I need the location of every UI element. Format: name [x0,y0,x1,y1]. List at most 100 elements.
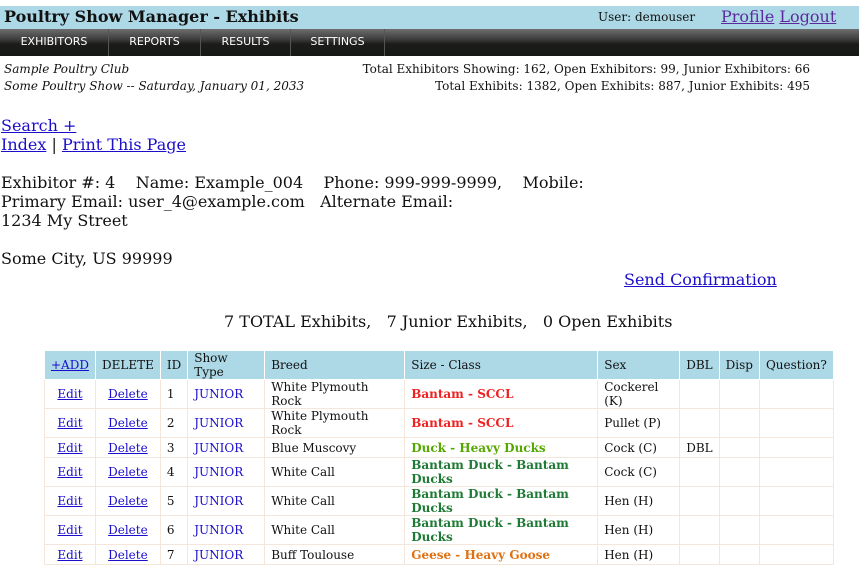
table-row: Edit Delete 3 JUNIOR Blue Muscovy Duck - Heav… [44,437,834,458]
exhibit-sex: Pullet (P) [597,408,681,438]
exhibit-breed: White Plymouth Rock [264,408,406,438]
exhibit-size-class: Bantam Duck - Bantam Ducks [404,457,599,487]
exhibit-question [758,486,834,516]
exhibit-dbl: DBL [679,437,720,458]
app-header: Poultry Show Manager - Exhibits User: de… [0,6,859,29]
edit-exhibit-link[interactable]: Edit [57,416,82,430]
show-stats: Total Exhibitors Showing: 162, Open Exhi… [363,61,810,95]
table-row: Edit Delete 4 JUNIOR White Call Bantam Duck -… [44,457,834,487]
exhibit-id: 3 [159,437,189,458]
table-header-row: +ADD DELETE ID Show Type Breed Size - Cl… [44,350,834,380]
exhibit-question [758,457,834,487]
page-links: Search + Index | Print This Page [1,116,186,154]
delete-exhibit-link[interactable]: Delete [108,494,148,508]
exhibit-size-class: Bantam Duck - Bantam Ducks [404,486,599,516]
nav-results[interactable]: RESULTS [201,29,291,56]
link-separator: | [51,135,57,154]
exhibit-breed: White Call [264,486,406,516]
logout-link[interactable]: Logout [779,7,836,26]
exhibit-show-type: JUNIOR [187,379,266,409]
add-exhibit-link[interactable]: +ADD [51,358,89,372]
exhibitor-city: Some City, US 99999 [1,249,173,268]
delete-exhibit-link[interactable]: Delete [108,416,148,430]
exhibit-breed: Buff Toulouse [264,544,406,565]
print-page-link[interactable]: Print This Page [62,135,186,154]
current-user: User: demouser [598,10,696,24]
exhibit-disp [718,457,760,487]
edit-exhibit-link[interactable]: Edit [57,387,82,401]
club-name: Sample Poultry Club [4,62,130,76]
exhibit-sex: Cock (C) [597,437,681,458]
exhibit-sex: Hen (H) [597,544,681,565]
search-link[interactable]: Search + [1,116,76,135]
exhibit-size-class: Bantam - SCCL [404,379,599,409]
edit-exhibit-link[interactable]: Edit [57,465,82,479]
exhibit-show-type: JUNIOR [187,486,266,516]
main-nav: EXHIBITORS REPORTS RESULTS SETTINGS [0,29,859,56]
exhibits-table: +ADD DELETE ID Show Type Breed Size - Cl… [44,350,834,565]
exhibit-question [758,379,834,409]
send-confirmation-link[interactable]: Send Confirmation [624,270,777,289]
exhibit-id: 1 [159,379,189,409]
edit-exhibit-link[interactable]: Edit [57,548,82,562]
exhibit-dbl [679,486,720,516]
delete-exhibit-link[interactable]: Delete [108,387,148,401]
profile-link[interactable]: Profile [721,7,774,26]
exhibit-disp [718,486,760,516]
header-sex: Sex [597,350,681,380]
exhibit-dbl [679,379,720,409]
nav-reports[interactable]: REPORTS [109,29,201,56]
delete-exhibit-link[interactable]: Delete [108,548,148,562]
account-links: Profile Logout [721,7,836,26]
exhibit-breed: White Plymouth Rock [264,379,406,409]
header-question: Question? [758,350,834,380]
exhibit-disp [718,437,760,458]
exhibit-size-class: Duck - Heavy Ducks [404,437,599,458]
exhibit-breed: White Call [264,457,406,487]
exhibits-summary: 7 TOTAL Exhibits, 7 Junior Exhibits, 0 O… [224,312,673,331]
exhibitor-street: 1234 My Street [1,211,128,230]
exhibit-question [758,544,834,565]
exhibits-stats: Total Exhibits: 1382, Open Exhibits: 887… [435,79,810,93]
exhibitor-emails: Primary Email: user_4@example.com Altern… [1,192,459,211]
index-link[interactable]: Index [1,135,46,154]
exhibit-sex: Cock (C) [597,457,681,487]
header-show-type: Show Type [187,350,266,380]
nav-settings[interactable]: SETTINGS [291,29,385,56]
exhibit-id: 2 [159,408,189,438]
exhibit-disp [718,408,760,438]
exhibit-show-type: JUNIOR [187,457,266,487]
exhibit-show-type: JUNIOR [187,544,266,565]
table-row: Edit Delete 1 JUNIOR White Plymouth Rock Bant… [44,379,834,409]
delete-exhibit-link[interactable]: Delete [108,441,148,455]
nav-exhibitors[interactable]: EXHIBITORS [0,29,109,56]
exhibit-show-type: JUNIOR [187,437,266,458]
header-delete: DELETE [94,350,161,380]
header-size-class: Size - Class [404,350,599,380]
show-name-date: Some Poultry Show -- Saturday, January 0… [4,79,305,93]
edit-exhibit-link[interactable]: Edit [57,441,82,455]
exhibit-disp [718,544,760,565]
exhibit-id: 5 [159,486,189,516]
delete-exhibit-link[interactable]: Delete [108,523,148,537]
header-id: ID [159,350,189,380]
exhibit-question [758,408,834,438]
header-dbl: DBL [679,350,720,380]
delete-exhibit-link[interactable]: Delete [108,465,148,479]
header-breed: Breed [264,350,406,380]
page-title: Poultry Show Manager - Exhibits [4,7,299,26]
exhibit-id: 4 [159,457,189,487]
exhibit-sex: Hen (H) [597,486,681,516]
table-row: Edit Delete 2 JUNIOR White Plymouth Rock Bant… [44,408,834,438]
table-row: Edit Delete 7 JUNIOR Buff Toulouse Geese - He… [44,544,834,565]
exhibit-sex: Cockerel (K) [597,379,681,409]
exhibit-size-class: Bantam - SCCL [404,408,599,438]
table-row: Edit Delete 5 JUNIOR White Call Bantam Duck -… [44,486,834,516]
show-info: Sample Poultry Club Some Poultry Show --… [4,61,304,95]
edit-exhibit-link[interactable]: Edit [57,494,82,508]
edit-exhibit-link[interactable]: Edit [57,523,82,537]
exhibit-id: 7 [159,544,189,565]
exhibit-dbl [679,457,720,487]
exhibit-dbl [679,408,720,438]
exhibitor-details: Exhibitor #: 4 Name: Example_004 Phone: … [1,173,589,230]
